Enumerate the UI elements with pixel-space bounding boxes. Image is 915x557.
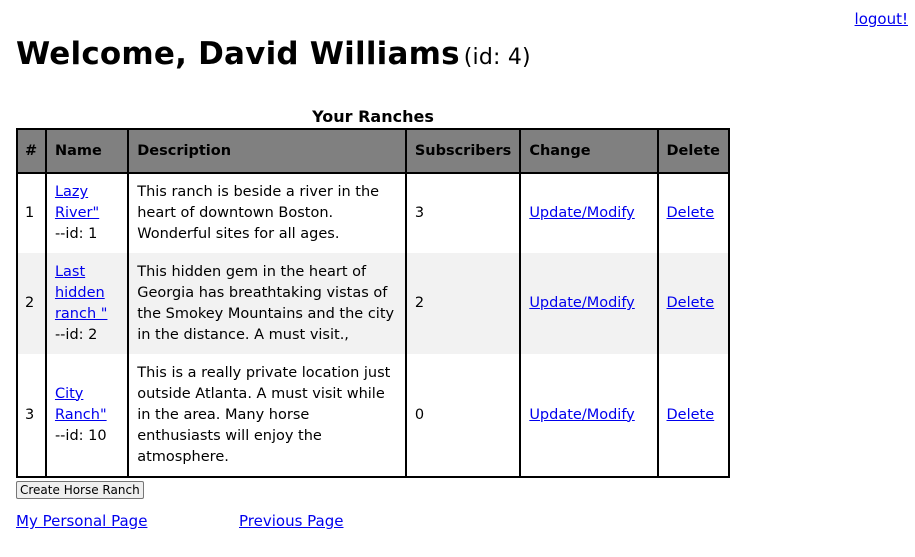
page-title: Welcome, David Williams (id: 4) xyxy=(16,36,531,72)
column-header-name: Name xyxy=(44,128,130,174)
welcome-text: Welcome, David Williams xyxy=(16,36,460,72)
ranch-description: This is a really private location just o… xyxy=(127,354,407,478)
ranch-subscribers: 0 xyxy=(404,354,522,478)
update-modify-link[interactable]: Update/Modify xyxy=(529,407,634,423)
row-number: 3 xyxy=(16,354,47,478)
table-caption: Your Ranches xyxy=(312,107,434,126)
row-number: 1 xyxy=(16,173,47,253)
ranch-name-link[interactable]: Lazy River" xyxy=(55,184,99,221)
create-horse-ranch-button[interactable]: Create Horse Ranch xyxy=(16,481,144,499)
ranch-id: --id: 2 xyxy=(54,326,98,343)
delete-link[interactable]: Delete xyxy=(667,205,715,221)
delete-cell: Delete xyxy=(656,354,731,478)
ranch-name-link[interactable]: Last hidden ranch " xyxy=(55,264,107,322)
column-header-description: Description xyxy=(127,128,407,174)
delete-cell: Delete xyxy=(656,173,731,253)
delete-link[interactable]: Delete xyxy=(667,295,715,311)
column-header-change: Change xyxy=(519,128,659,174)
ranch-id: --id: 10 xyxy=(54,427,107,444)
ranch-name-cell: Last hidden ranch " --id: 2 xyxy=(44,253,130,354)
ranch-subscribers: 3 xyxy=(404,173,522,253)
ranch-name-cell: Lazy River" --id: 1 xyxy=(44,173,130,253)
table-row: 3 City Ranch" --id: 10 This is a really … xyxy=(16,354,731,478)
ranch-id: --id: 1 xyxy=(54,226,98,242)
ranch-description: This hidden gem in the heart of Georgia … xyxy=(127,253,407,354)
change-cell: Update/Modify xyxy=(519,354,659,478)
ranch-subscribers: 2 xyxy=(404,253,522,354)
previous-page-link[interactable]: Previous Page xyxy=(239,512,343,530)
ranch-name-link[interactable]: City Ranch" xyxy=(55,386,107,423)
column-header-number: # xyxy=(16,128,47,174)
delete-link[interactable]: Delete xyxy=(667,407,715,423)
column-header-delete: Delete xyxy=(656,128,731,174)
my-personal-page-link[interactable]: My Personal Page xyxy=(16,512,147,530)
table-row: 1 Lazy River" --id: 1 This ranch is besi… xyxy=(16,173,731,253)
column-header-subscribers: Subscribers xyxy=(404,128,522,174)
change-cell: Update/Modify xyxy=(519,173,659,253)
row-number: 2 xyxy=(16,253,47,354)
logout-link[interactable]: logout! xyxy=(855,10,908,28)
delete-cell: Delete xyxy=(656,253,731,354)
change-cell: Update/Modify xyxy=(519,253,659,354)
table-row: 2 Last hidden ranch " --id: 2 This hidde… xyxy=(16,253,731,354)
update-modify-link[interactable]: Update/Modify xyxy=(529,295,634,311)
update-modify-link[interactable]: Update/Modify xyxy=(529,205,634,221)
ranches-table: # Name Description Subscribers Change De… xyxy=(16,128,731,478)
user-id-label: (id: 4) xyxy=(463,45,531,70)
ranch-description: This ranch is beside a river in the hear… xyxy=(127,173,407,253)
table-header-row: # Name Description Subscribers Change De… xyxy=(16,128,731,174)
ranch-name-cell: City Ranch" --id: 10 xyxy=(44,354,130,478)
